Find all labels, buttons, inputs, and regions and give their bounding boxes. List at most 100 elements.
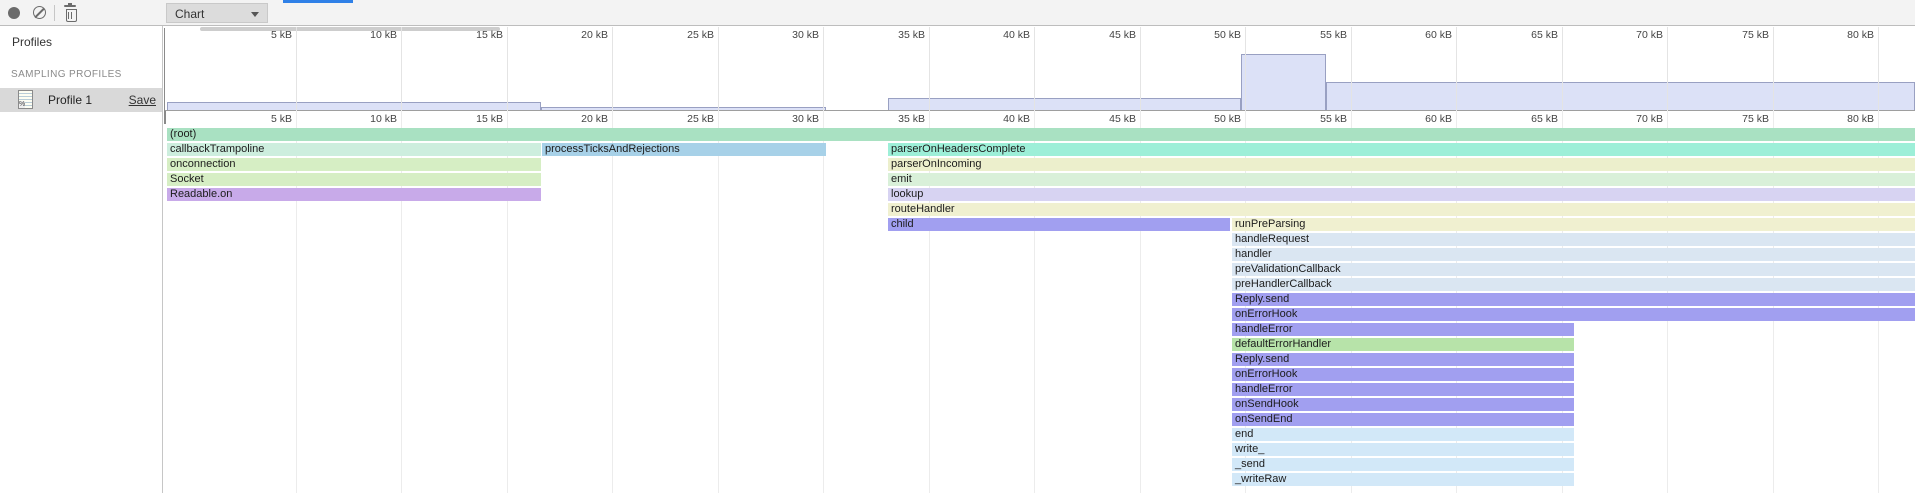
gridline <box>1245 27 1246 110</box>
gridline <box>612 27 613 110</box>
flame-bar-runPreParsing[interactable]: runPreParsing <box>1232 218 1915 231</box>
ruler-tick-label: 10 kB <box>321 113 397 125</box>
ruler-tick-label: 10 kB <box>321 29 397 41</box>
ruler-tick-label: 80 kB <box>1798 113 1874 125</box>
gridline <box>718 27 719 110</box>
flame-bar-preHandlerCallback[interactable]: preHandlerCallback <box>1232 278 1915 291</box>
ruler-tick-label: 65 kB <box>1482 113 1558 125</box>
devtools-memory-panel: Chart Profiles SAMPLING PROFILES % Profi… <box>0 0 1915 493</box>
flame-bar-Readable.on[interactable]: Readable.on <box>167 188 541 201</box>
gridline <box>1140 27 1141 110</box>
flame-bar-end[interactable]: end <box>1232 428 1574 441</box>
overview-area-segment <box>1241 54 1326 110</box>
flame-bar-onconnection[interactable]: onconnection <box>167 158 541 171</box>
ruler-tick-label: 70 kB <box>1587 29 1663 41</box>
ruler-tick-label: 25 kB <box>638 113 714 125</box>
gridline <box>1456 27 1457 110</box>
ruler-tick-label: 30 kB <box>743 113 819 125</box>
flame-bar-parserOnIncoming[interactable]: parserOnIncoming <box>888 158 1915 171</box>
gridline <box>1562 27 1563 110</box>
gridline <box>1667 27 1668 110</box>
profile-name: Profile 1 <box>48 93 92 107</box>
ruler-tick-label: 65 kB <box>1482 29 1558 41</box>
ruler-tick-label: 30 kB <box>743 29 819 41</box>
ruler-tick-label: 15 kB <box>427 113 503 125</box>
flame-bar-onSendHook[interactable]: onSendHook <box>1232 398 1574 411</box>
ruler-tick-label: 55 kB <box>1271 29 1347 41</box>
toolbar-separator <box>54 5 55 21</box>
ruler-tick-label: 45 kB <box>1060 29 1136 41</box>
record-button[interactable] <box>5 4 23 22</box>
ruler-tick-label: 35 kB <box>849 29 925 41</box>
gridline <box>1773 27 1774 110</box>
ruler-tick-label: 40 kB <box>954 29 1030 41</box>
profile-icon: % <box>18 90 33 109</box>
overview-area-segment <box>167 102 541 110</box>
gridline <box>823 110 824 493</box>
flame-bar-onSendEnd[interactable]: onSendEnd <box>1232 413 1574 426</box>
ruler-tick-label: 70 kB <box>1587 113 1663 125</box>
active-tab-indicator <box>283 0 353 3</box>
ruler-tick-label: 5 kB <box>216 29 292 41</box>
ruler-top-border <box>165 110 1915 111</box>
ruler-tick-label: 80 kB <box>1798 29 1874 41</box>
ruler-tick-label: 20 kB <box>532 29 608 41</box>
flame-bar-Reply.send[interactable]: Reply.send <box>1232 293 1915 306</box>
flame-bar-handleError[interactable]: handleError <box>1232 323 1574 336</box>
gridline <box>718 110 719 493</box>
overview-area-segment <box>1326 82 1915 110</box>
flame-bar-routeHandler[interactable]: routeHandler <box>888 203 1915 216</box>
flame-bar-callbackTrampoline[interactable]: callbackTrampoline <box>167 143 541 156</box>
gridline <box>1878 27 1879 110</box>
flame-bar-emit[interactable]: emit <box>888 173 1915 186</box>
ruler-tick-label: 60 kB <box>1376 113 1452 125</box>
flame-bar-_send[interactable]: _send <box>1232 458 1574 471</box>
flame-bar-defaultErrorHandler[interactable]: defaultErrorHandler <box>1232 338 1574 351</box>
sampling-profiles-section-label: SAMPLING PROFILES <box>11 69 122 80</box>
delete-profile-button[interactable] <box>62 4 80 22</box>
sidebar-item-profile-1[interactable]: % Profile 1 Save <box>0 88 162 112</box>
flame-bar-processTicksAndRejections[interactable]: processTicksAndRejections <box>542 143 826 156</box>
save-profile-link[interactable]: Save <box>129 93 156 107</box>
flame-bar-child[interactable]: child <box>888 218 1230 231</box>
flame-bar-handler[interactable]: handler <box>1232 248 1915 261</box>
gridline <box>296 27 297 110</box>
ruler-tick-label: 75 kB <box>1693 29 1769 41</box>
flame-bar-root[interactable]: (root) <box>167 128 1915 141</box>
flame-bar-onErrorHook[interactable]: onErrorHook <box>1232 308 1915 321</box>
ruler-tick-label: 55 kB <box>1271 113 1347 125</box>
sidebar: Profiles SAMPLING PROFILES % Profile 1 S… <box>0 26 163 493</box>
gridline <box>507 27 508 110</box>
clear-profiles-button[interactable] <box>31 4 49 22</box>
record-icon <box>8 7 20 19</box>
flame-bar-Reply.send[interactable]: Reply.send <box>1232 353 1574 366</box>
profiles-heading: Profiles <box>12 35 52 49</box>
gridline <box>401 27 402 110</box>
ruler-tick-label: 50 kB <box>1165 113 1241 125</box>
ruler-tick-label: 25 kB <box>638 29 714 41</box>
view-mode-select[interactable]: Chart <box>166 3 268 23</box>
chevron-down-icon <box>251 12 259 17</box>
ruler-tick-label: 45 kB <box>1060 113 1136 125</box>
ruler-tick-label: 15 kB <box>427 29 503 41</box>
flame-bar-onErrorHook[interactable]: onErrorHook <box>1232 368 1574 381</box>
gridline <box>612 110 613 493</box>
ruler-tick-label: 50 kB <box>1165 29 1241 41</box>
flame-bar-Socket[interactable]: Socket <box>167 173 541 186</box>
flame-bar-handleError[interactable]: handleError <box>1232 383 1574 396</box>
flame-bar-preValidationCallback[interactable]: preValidationCallback <box>1232 263 1915 276</box>
flame-bar-handleRequest[interactable]: handleRequest <box>1232 233 1915 246</box>
ruler-tick-label: 35 kB <box>849 113 925 125</box>
gridline <box>1351 27 1352 110</box>
view-mode-value: Chart <box>175 7 204 21</box>
flame-bar-lookup[interactable]: lookup <box>888 188 1915 201</box>
flame-bar-parserOnHeadersComplete[interactable]: parserOnHeadersComplete <box>888 143 1915 156</box>
clear-icon <box>33 6 46 19</box>
gridline <box>823 27 824 110</box>
flame-bar-_writeRaw[interactable]: _writeRaw <box>1232 473 1574 486</box>
gridline <box>1034 27 1035 110</box>
toolbar: Chart <box>0 0 1915 26</box>
gridline <box>929 27 930 110</box>
ruler-tick-label: 75 kB <box>1693 113 1769 125</box>
flame-bar-write_[interactable]: write_ <box>1232 443 1574 456</box>
